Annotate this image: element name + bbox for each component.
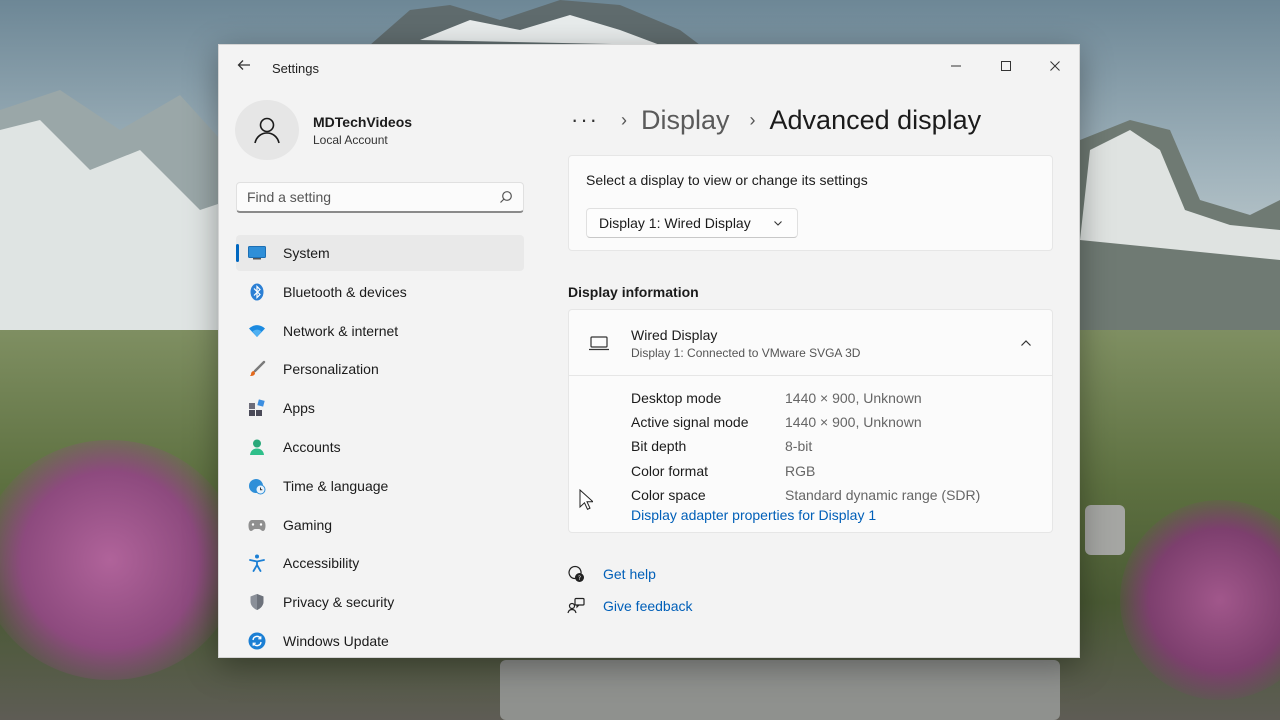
sidebar-item-windows-update[interactable]: Windows Update	[236, 623, 524, 657]
search-icon	[500, 191, 512, 203]
sidebar-item-label: Accounts	[283, 438, 341, 455]
back-arrow-icon	[237, 60, 250, 70]
laptop-icon	[589, 336, 609, 351]
chevron-right-icon: ›	[621, 109, 627, 130]
sidebar-item-label: Windows Update	[283, 632, 389, 649]
sidebar-item-label: Personalization	[283, 361, 379, 378]
display-info-card: Wired Display Display 1: Connected to VM…	[568, 309, 1053, 533]
search-box	[236, 182, 524, 213]
sidebar-item-label: System	[283, 245, 330, 261]
sidebar-item-time-language[interactable]: Time & language	[236, 468, 524, 504]
display-info-rows: Desktop mode 1440 × 900, Unknown Active …	[631, 386, 1031, 507]
accessibility-icon	[248, 554, 266, 573]
gamepad-icon	[248, 516, 266, 534]
sidebar-item-label: Apps	[283, 400, 315, 417]
display-select-card: Select a display to view or change its s…	[568, 155, 1053, 251]
profile-name: MDTechVideos	[313, 114, 413, 130]
update-icon	[248, 632, 266, 650]
sidebar-item-accessibility[interactable]: Accessibility	[236, 545, 524, 581]
display-dropdown[interactable]: Display 1: Wired Display	[586, 208, 798, 238]
brush-icon	[248, 360, 266, 378]
minimize-icon	[951, 65, 961, 67]
section-title-display-information: Display information	[568, 284, 699, 300]
info-value: RGB	[785, 462, 816, 479]
sidebar-item-label: Privacy & security	[283, 594, 395, 611]
globe-clock-icon	[248, 477, 266, 495]
sidebar-item-label: Network & internet	[283, 322, 399, 339]
avatar	[235, 100, 299, 160]
info-label: Color space	[631, 486, 706, 503]
info-value: 1440 × 900, Unknown	[785, 390, 922, 407]
info-value: 8-bit	[785, 438, 813, 455]
info-row-active-signal-mode: Active signal mode 1440 × 900, Unknown	[631, 410, 1031, 434]
back-button[interactable]	[233, 57, 255, 79]
sidebar-item-label: Accessibility	[283, 555, 360, 572]
accounts-icon	[248, 438, 266, 456]
app-title: Settings	[272, 61, 319, 76]
info-row-color-format: Color format RGB	[631, 459, 1031, 483]
display-info-title: Wired Display	[631, 327, 718, 343]
display-info-header[interactable]: Wired Display Display 1: Connected to VM…	[569, 310, 1052, 376]
sidebar-nav: System Bluetooth & devices Network & int…	[236, 235, 524, 657]
sidebar-item-label: Bluetooth & devices	[283, 283, 407, 300]
maximize-icon	[1001, 61, 1011, 71]
maximize-button[interactable]	[983, 51, 1029, 81]
chevron-up-icon[interactable]	[1020, 338, 1032, 348]
info-value: Standard dynamic range (SDR)	[785, 486, 981, 503]
sidebar-item-network-internet[interactable]: Network & internet	[236, 313, 524, 349]
wifi-icon	[248, 322, 266, 340]
close-button[interactable]	[1032, 51, 1078, 81]
minimize-button[interactable]	[933, 51, 979, 81]
info-label: Active signal mode	[631, 414, 749, 431]
breadcrumb-display[interactable]: Display	[641, 105, 730, 136]
info-label: Color format	[631, 462, 709, 479]
breadcrumb-more-button[interactable]: ···	[571, 107, 601, 133]
get-help-label: Get help	[603, 566, 656, 582]
page-title: Advanced display	[769, 104, 982, 135]
get-help-link[interactable]: ? Get help	[567, 565, 656, 583]
breadcrumb: ··· › Display › Advanced display	[571, 100, 981, 140]
wallpaper-rock	[1085, 505, 1125, 555]
info-row-color-space: Color space Standard dynamic range (SDR)	[631, 483, 1031, 507]
info-value: 1440 × 900, Unknown	[785, 414, 922, 431]
sidebar-item-gaming[interactable]: Gaming	[236, 507, 524, 543]
bluetooth-icon	[248, 283, 266, 301]
info-row-bit-depth: Bit depth 8-bit	[631, 434, 1031, 458]
sidebar-item-bluetooth-devices[interactable]: Bluetooth & devices	[236, 274, 524, 310]
system-icon	[248, 244, 266, 262]
title-bar: Settings	[219, 45, 1079, 93]
user-icon	[254, 117, 280, 144]
sidebar-item-personalization[interactable]: Personalization	[236, 351, 524, 387]
search-input[interactable]	[247, 188, 487, 206]
profile-account-type: Local Account	[313, 133, 388, 147]
display-adapter-properties-link[interactable]: Display adapter properties for Display 1	[631, 507, 876, 523]
sidebar-item-label: Gaming	[283, 516, 333, 533]
display-info-subtitle: Display 1: Connected to VMware SVGA 3D	[631, 346, 861, 360]
mouse-cursor-icon	[579, 489, 593, 510]
sidebar-item-accounts[interactable]: Accounts	[236, 429, 524, 465]
apps-icon	[248, 399, 266, 417]
chevron-down-icon	[774, 221, 782, 226]
give-feedback-link[interactable]: Give feedback	[567, 597, 693, 615]
svg-text:?: ?	[578, 575, 581, 582]
display-dropdown-value: Display 1: Wired Display	[599, 215, 751, 231]
info-label: Bit depth	[631, 438, 687, 455]
info-label: Desktop mode	[631, 390, 722, 407]
sidebar-item-system[interactable]: System	[236, 235, 524, 271]
settings-window: Settings MDTechVideos Local Account Syst…	[218, 44, 1080, 658]
info-row-desktop-mode: Desktop mode 1440 × 900, Unknown	[631, 386, 1031, 410]
user-profile[interactable]: MDTechVideos Local Account	[235, 100, 525, 160]
wallpaper-rock	[500, 660, 1060, 720]
feedback-icon	[567, 597, 585, 614]
shield-icon	[248, 593, 266, 611]
chevron-right-icon: ›	[749, 109, 756, 130]
sidebar-item-apps[interactable]: Apps	[236, 390, 524, 426]
sidebar-item-label: Time & language	[283, 477, 389, 494]
display-select-prompt: Select a display to view or change its s…	[586, 172, 868, 188]
give-feedback-label: Give feedback	[603, 598, 693, 614]
help-icon: ?	[568, 565, 584, 582]
close-icon	[1050, 61, 1060, 71]
sidebar-item-privacy-security[interactable]: Privacy & security	[236, 584, 524, 620]
